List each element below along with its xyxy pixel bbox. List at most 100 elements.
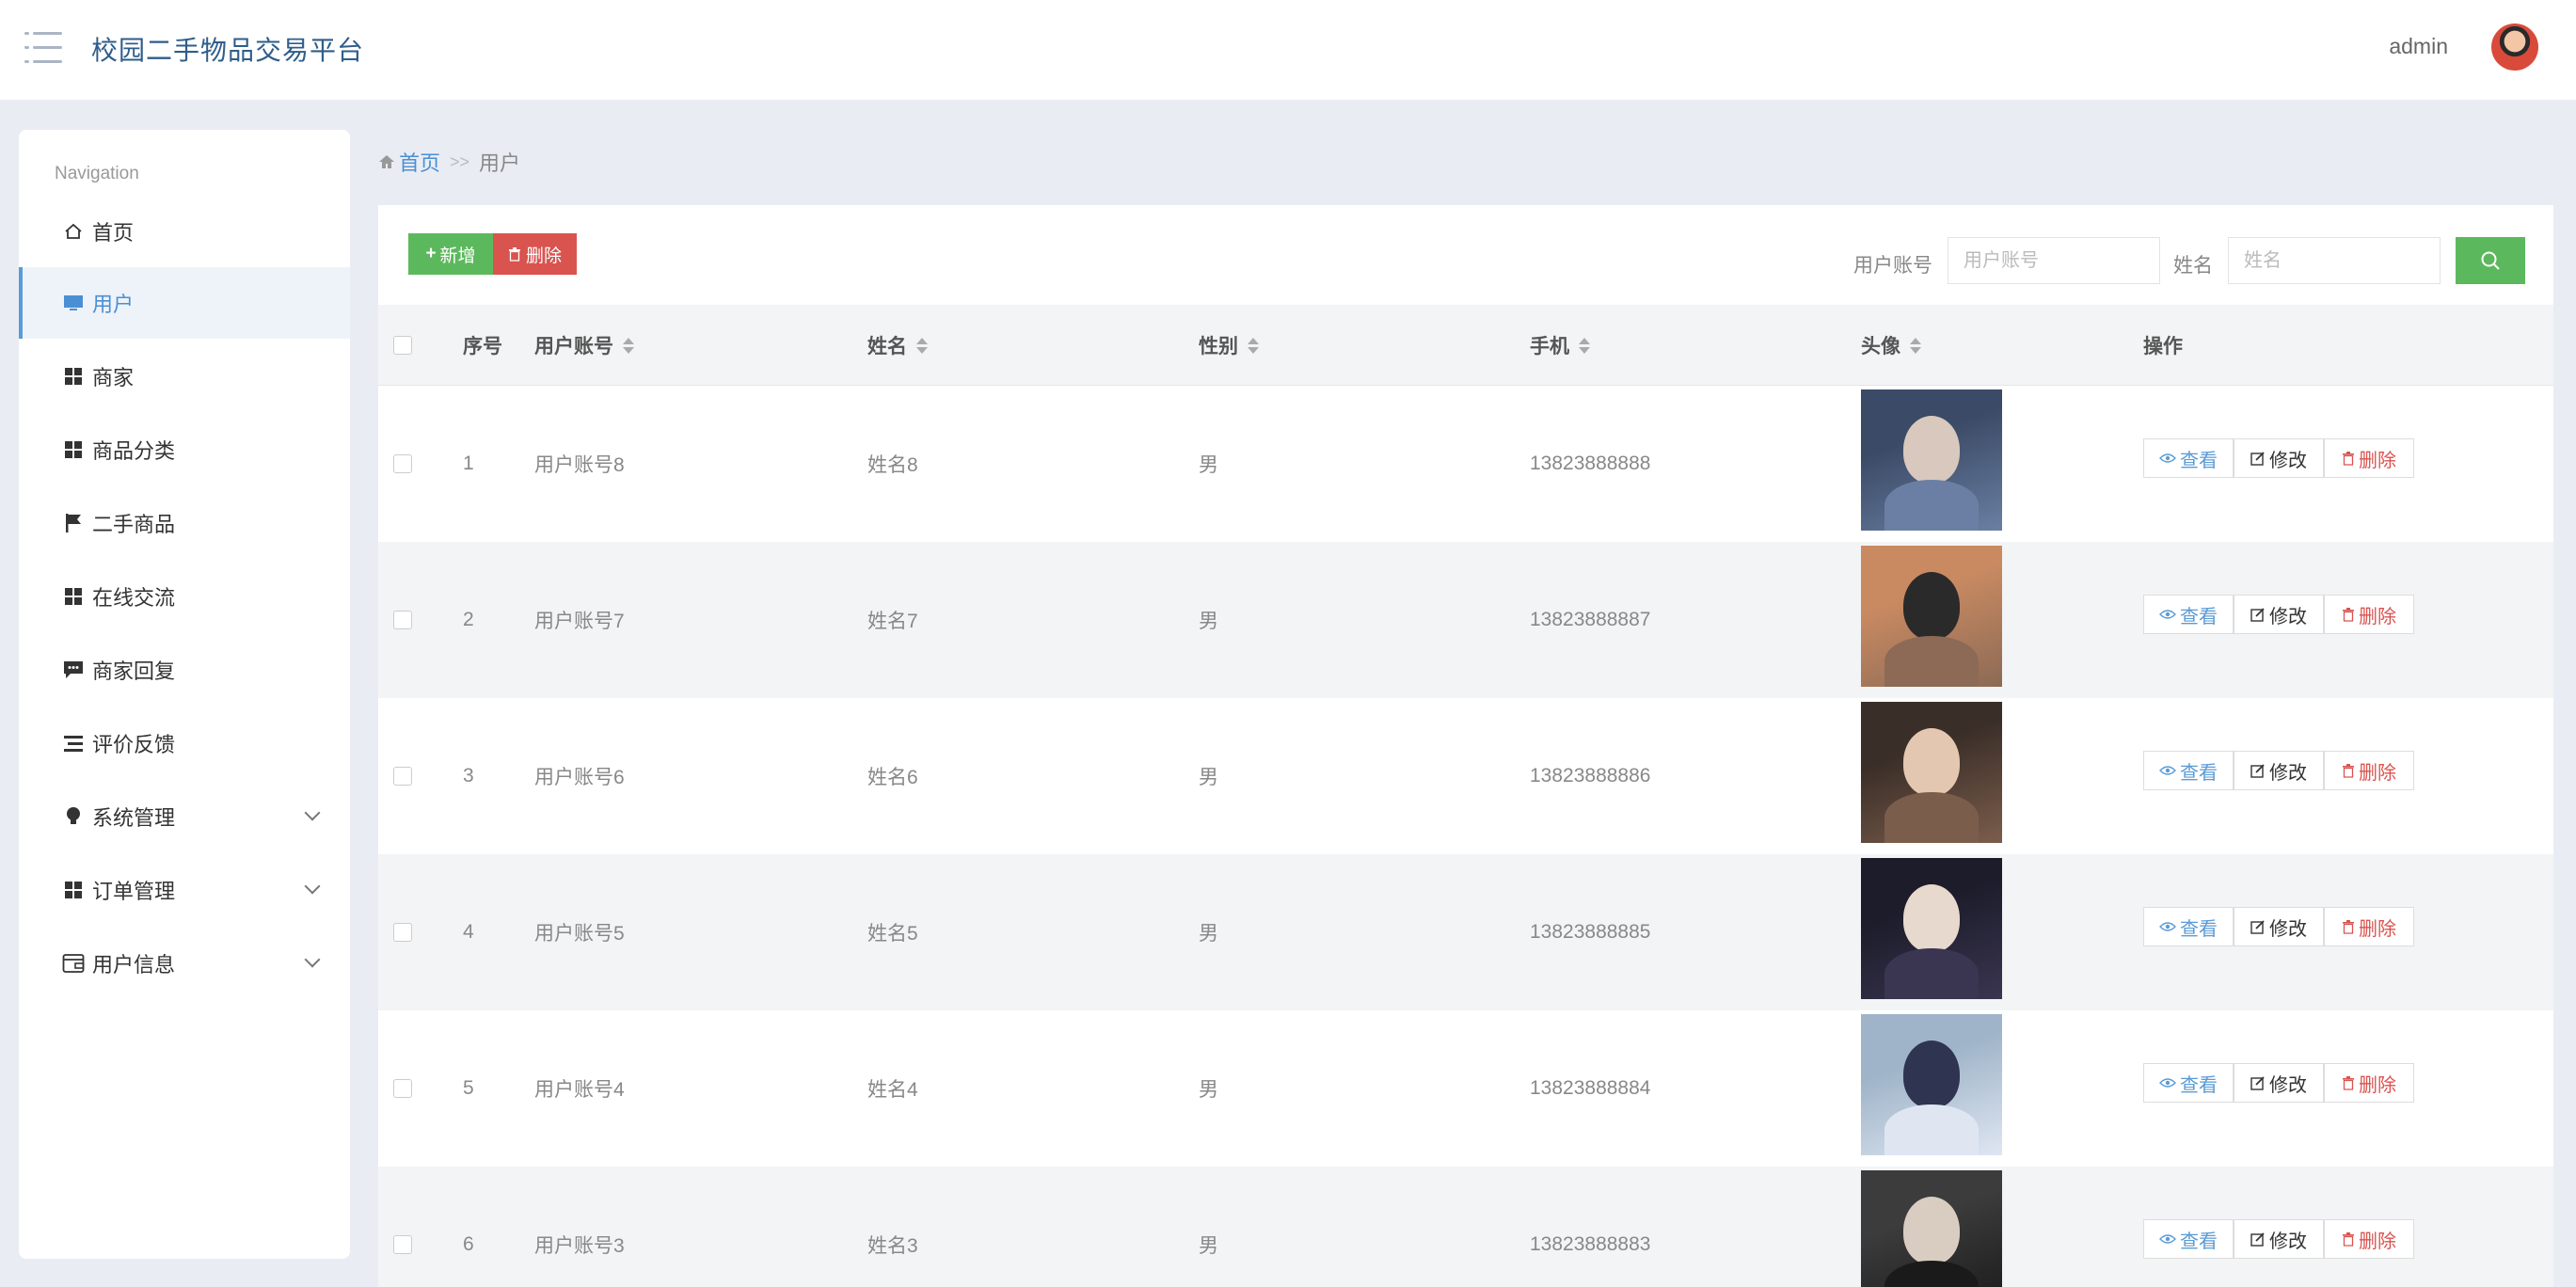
row-index: 2	[463, 609, 474, 630]
home-icon	[379, 155, 394, 168]
trash-icon	[508, 247, 520, 262]
row-checkbox[interactable]	[393, 454, 412, 473]
view-button[interactable]: 查看	[2143, 595, 2234, 634]
sidebar-item-label: 在线交流	[92, 586, 176, 610]
view-button-label: 查看	[2180, 450, 2218, 471]
delete-button[interactable]: 删除	[2324, 907, 2414, 946]
row-checkbox[interactable]	[393, 923, 412, 942]
edit-button-label: 修改	[2269, 762, 2307, 784]
app-title: 校园二手物品交易平台	[91, 36, 365, 65]
wallet-icon	[62, 952, 85, 975]
sort-icon[interactable]	[1910, 337, 1921, 354]
menu-toggle-icon[interactable]	[24, 32, 62, 64]
edit-button[interactable]: 修改	[2234, 751, 2324, 790]
sidebar-item-user-info[interactable]: 用户信息	[19, 928, 350, 999]
edit-button[interactable]: 修改	[2234, 595, 2324, 634]
edit-button[interactable]: 修改	[2234, 1063, 2324, 1103]
edit-button[interactable]: 修改	[2234, 1219, 2324, 1259]
content-panel: + 新增 删除 用户账号 姓名 序号 用户账号 姓名 性别 手机 头像	[378, 205, 2553, 1287]
sidebar-item-label: 商家	[92, 366, 135, 389]
name-search-input[interactable]	[2228, 237, 2441, 284]
sidebar-item-categories[interactable]: 商品分类	[19, 414, 350, 485]
breadcrumb-separator: >>	[450, 151, 470, 171]
select-all-checkbox[interactable]	[393, 336, 412, 355]
row-name: 姓名8	[867, 454, 918, 476]
row-checkbox[interactable]	[393, 611, 412, 629]
row-checkbox[interactable]	[393, 1079, 412, 1098]
sidebar-item-users[interactable]: 用户	[19, 267, 350, 339]
sidebar-item-system-management[interactable]: 系统管理	[19, 781, 350, 852]
account-search-input[interactable]	[1948, 237, 2160, 284]
row-name: 姓名4	[867, 1079, 918, 1101]
view-button[interactable]: 查看	[2143, 751, 2234, 790]
table-row: 6 用户账号3 姓名3 男 13823888883 查看 修改 删除	[378, 1167, 2553, 1287]
table-header: 序号 用户账号 姓名 性别 手机 头像 操作	[378, 305, 2553, 386]
chevron-down-icon	[304, 804, 321, 821]
view-button-label: 查看	[2180, 762, 2218, 784]
row-name: 姓名5	[867, 923, 918, 945]
column-header-avatar[interactable]: 头像	[1861, 305, 1921, 386]
edit-button-label: 修改	[2269, 606, 2307, 628]
sidebar-item-order-management[interactable]: 订单管理	[19, 854, 350, 926]
row-phone: 13823888886	[1530, 765, 1651, 786]
row-index: 6	[463, 1233, 474, 1255]
column-header-name[interactable]: 姓名	[867, 305, 928, 386]
sort-icon[interactable]	[1579, 337, 1590, 354]
eye-icon	[2159, 1234, 2176, 1244]
column-header-label: 头像	[1861, 336, 1900, 358]
column-header-gender[interactable]: 性别	[1199, 305, 1259, 386]
view-button-label: 查看	[2180, 606, 2218, 628]
row-account: 用户账号3	[534, 1235, 625, 1257]
delete-button[interactable]: 删除	[2324, 595, 2414, 634]
row-avatar-image	[1861, 858, 2002, 999]
column-header-label: 姓名	[867, 336, 907, 358]
sidebar-item-label: 商品分类	[92, 439, 176, 463]
grid-icon	[62, 365, 85, 388]
column-header-phone[interactable]: 手机	[1530, 305, 1590, 386]
search-button[interactable]	[2456, 237, 2525, 284]
delete-button[interactable]: 删除	[2324, 751, 2414, 790]
view-button[interactable]: 查看	[2143, 907, 2234, 946]
grid-icon	[62, 438, 85, 461]
breadcrumb-home-link[interactable]: 首页	[399, 147, 440, 177]
column-header-account[interactable]: 用户账号	[534, 305, 634, 386]
trash-icon	[2343, 452, 2354, 466]
delete-button[interactable]: 删除	[2324, 1219, 2414, 1259]
row-checkbox[interactable]	[393, 1235, 412, 1254]
sidebar-item-merchant-reply[interactable]: 商家回复	[19, 634, 350, 706]
column-header: 序号	[463, 336, 502, 358]
eye-icon	[2159, 453, 2176, 463]
delete-button[interactable]: 删除	[2324, 1063, 2414, 1103]
sidebar-item-label: 用户信息	[92, 953, 176, 977]
sidebar-item-online-chat[interactable]: 在线交流	[19, 561, 350, 632]
view-button[interactable]: 查看	[2143, 1063, 2234, 1103]
sidebar-item-second-hand-goods[interactable]: 二手商品	[19, 487, 350, 559]
edit-button[interactable]: 修改	[2234, 438, 2324, 478]
sidebar-item-feedback[interactable]: 评价反馈	[19, 707, 350, 779]
sidebar-item-merchants[interactable]: 商家	[19, 341, 350, 412]
edit-button-label: 修改	[2269, 1074, 2307, 1096]
row-index: 4	[463, 921, 474, 943]
user-name[interactable]: admin	[2389, 34, 2448, 59]
sort-icon[interactable]	[623, 337, 634, 354]
delete-button-label: 删除	[525, 246, 562, 266]
user-avatar[interactable]	[2491, 24, 2538, 71]
edit-icon	[2250, 452, 2265, 466]
sort-icon[interactable]	[916, 337, 928, 354]
row-gender: 男	[1199, 454, 1218, 476]
comment-icon	[62, 659, 85, 681]
add-button[interactable]: + 新增	[408, 233, 493, 275]
sidebar-item-label: 用户	[92, 293, 135, 316]
list-icon	[62, 732, 85, 755]
row-checkbox[interactable]	[393, 767, 412, 786]
delete-button[interactable]: 删除	[2324, 438, 2414, 478]
sidebar-item-home[interactable]: 首页	[19, 196, 350, 267]
batch-delete-button[interactable]: 删除	[493, 233, 577, 275]
view-button[interactable]: 查看	[2143, 438, 2234, 478]
sort-icon[interactable]	[1248, 337, 1259, 354]
edit-button[interactable]: 修改	[2234, 907, 2324, 946]
sidebar-item-label: 二手商品	[92, 513, 176, 536]
view-button[interactable]: 查看	[2143, 1219, 2234, 1259]
add-button-label: 新增	[439, 246, 476, 266]
column-header-actions: 操作	[2143, 336, 2183, 358]
